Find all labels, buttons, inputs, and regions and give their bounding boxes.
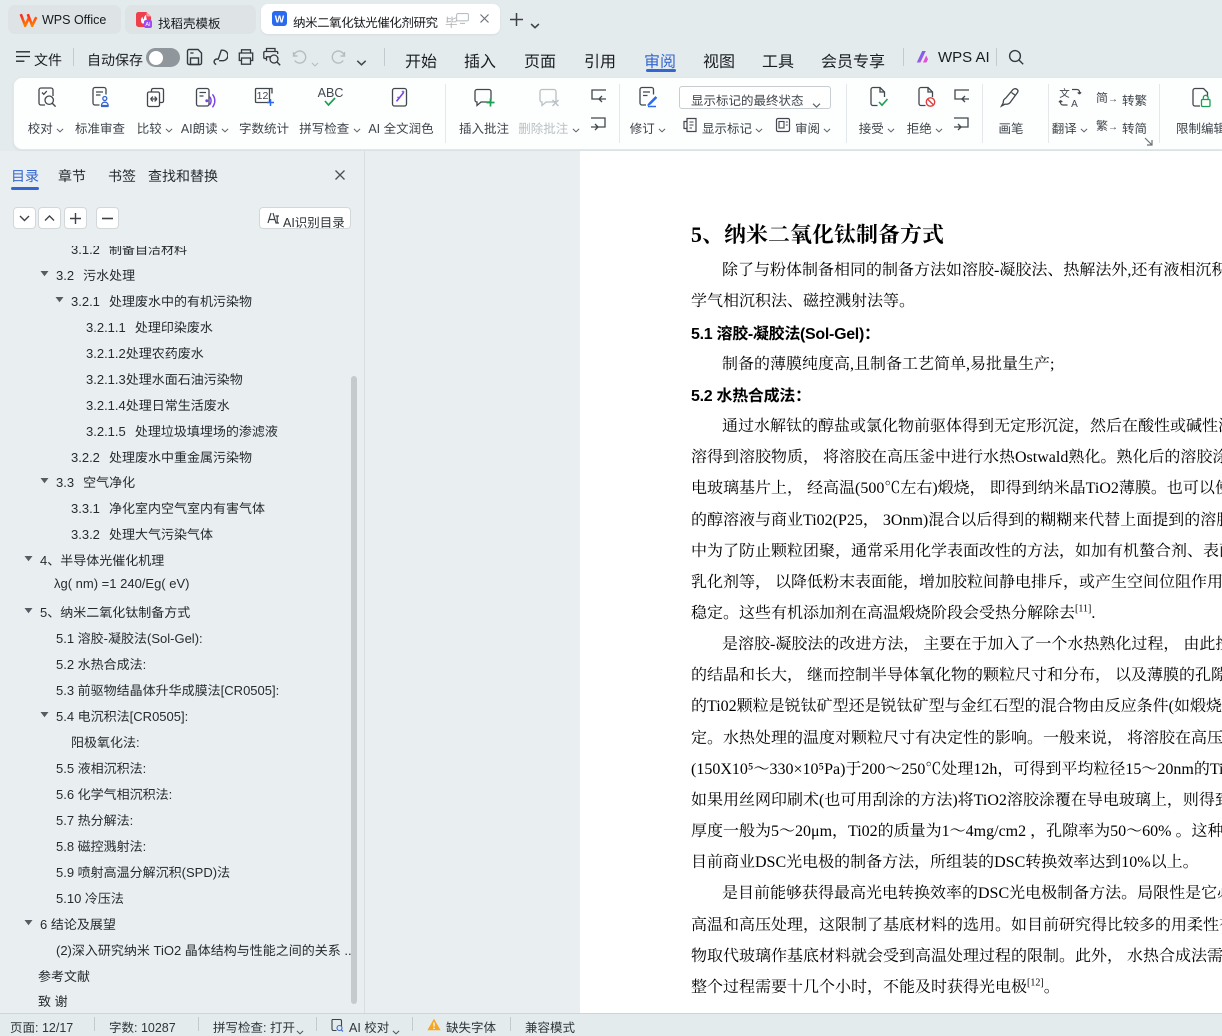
svg-text:W: W bbox=[275, 15, 285, 26]
svg-text:AI: AI bbox=[145, 22, 151, 28]
svg-text:12: 12 bbox=[257, 90, 269, 102]
svg-text:ABC: ABC bbox=[318, 86, 344, 100]
svg-text:A: A bbox=[1071, 99, 1078, 109]
svg-text:文: 文 bbox=[1059, 86, 1070, 101]
